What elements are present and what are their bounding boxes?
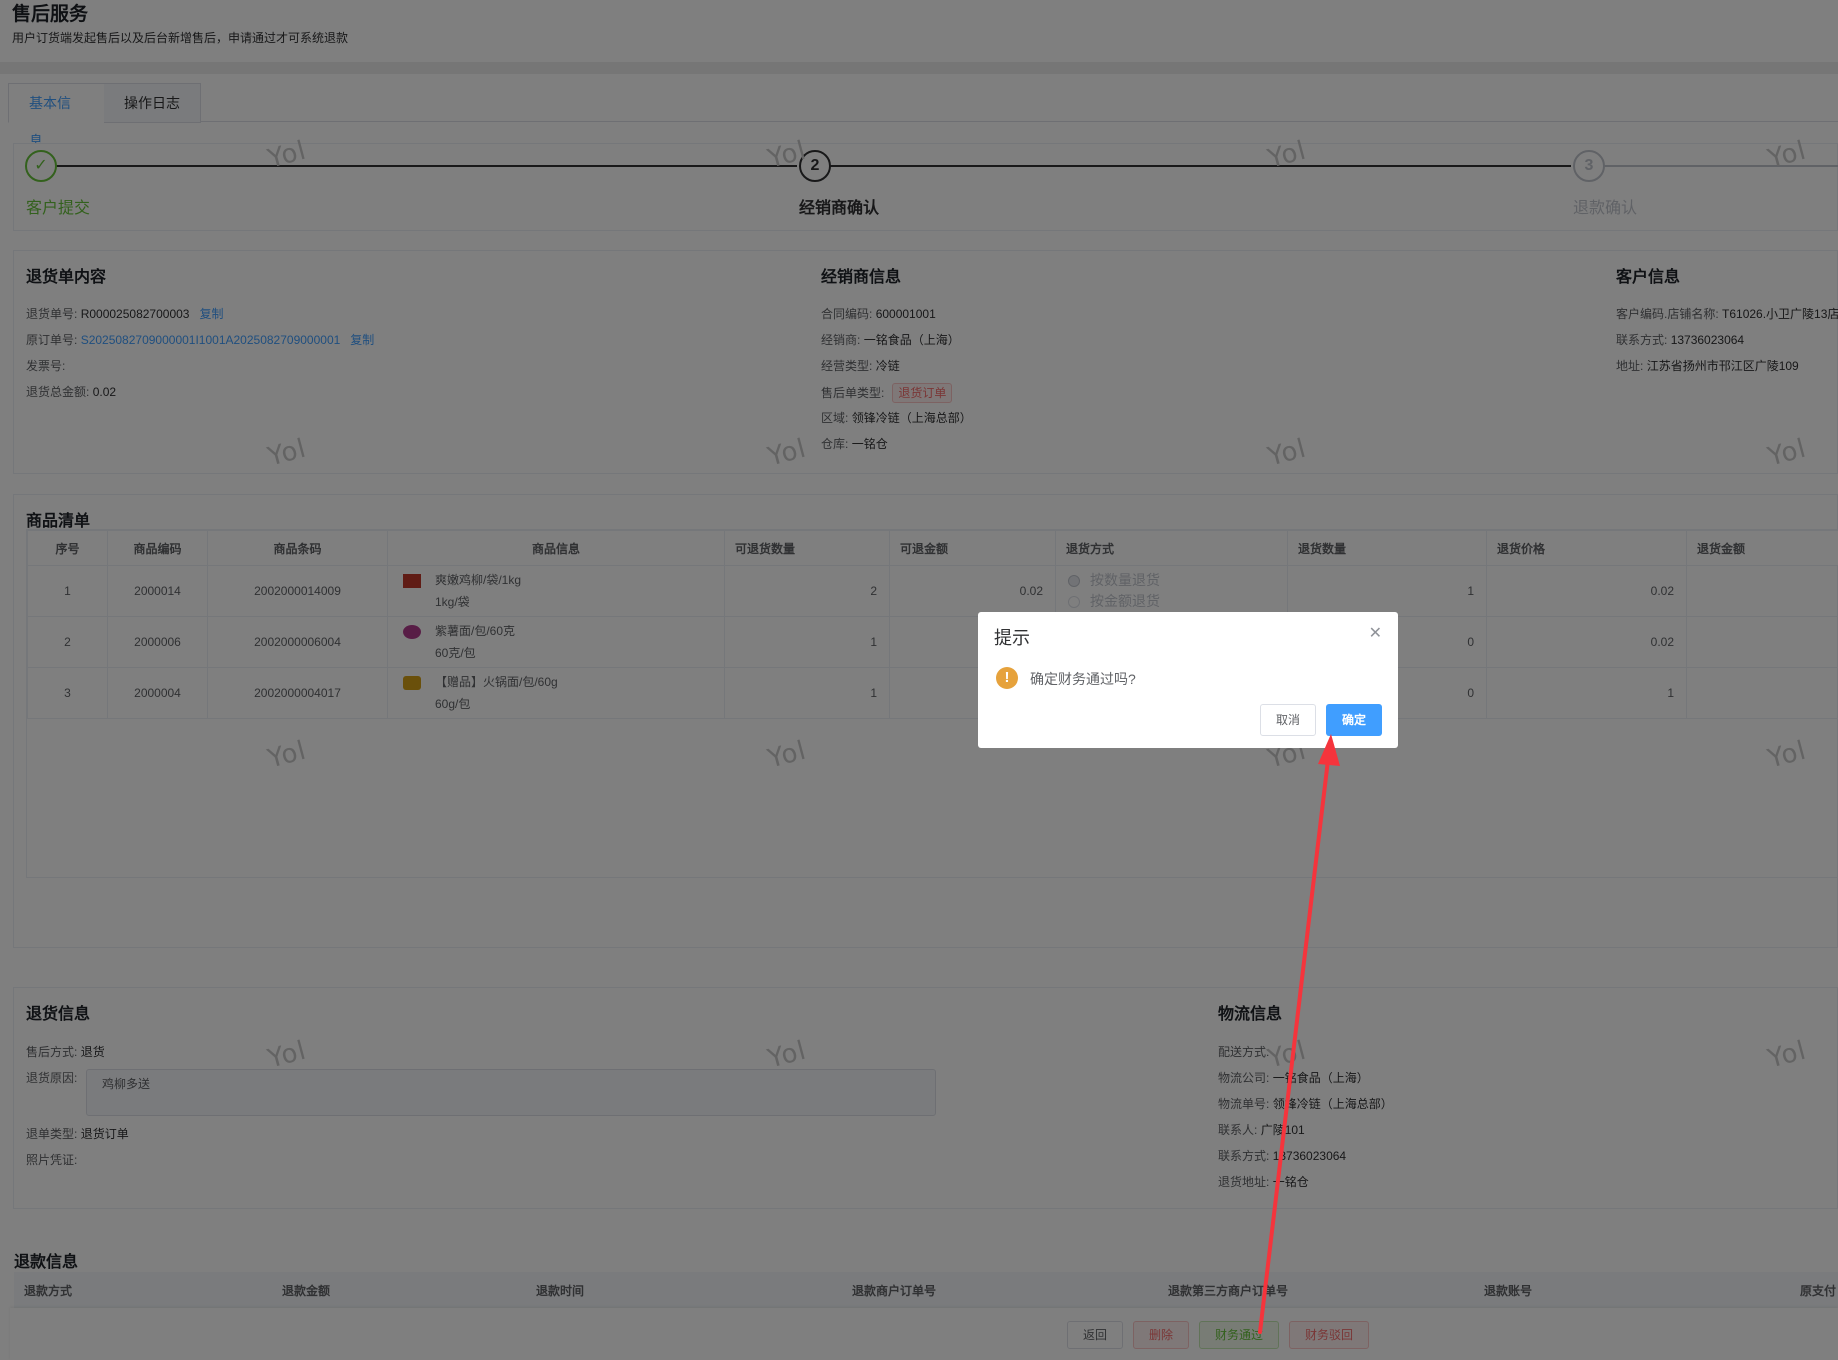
annotation-arrow: [1258, 734, 1340, 1334]
